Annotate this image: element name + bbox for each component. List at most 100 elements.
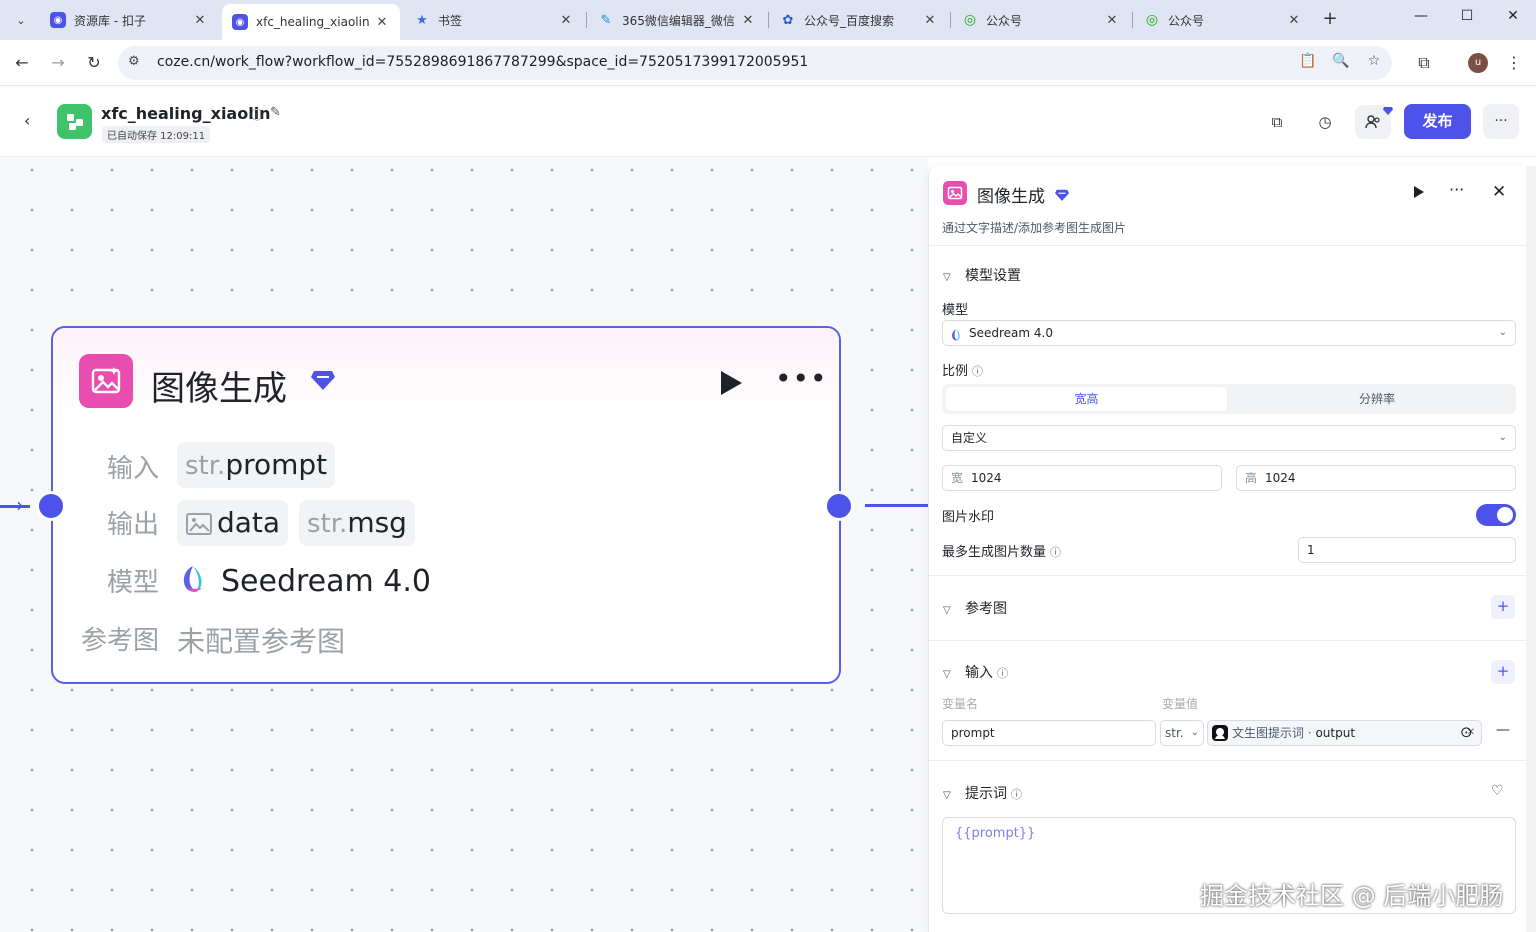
param-name: prompt (225, 448, 328, 481)
copy-icon[interactable]: ⧉ (1259, 105, 1295, 139)
address-bar-row: ← → ↻ ⚙ coze.cn/work_flow?workflow_id=75… (0, 40, 1536, 86)
close-tab-icon[interactable]: ✕ (556, 13, 576, 28)
model-settings-section[interactable]: ▽ 模型设置 (943, 265, 1021, 285)
height-input[interactable]: 高 1024 (1236, 465, 1516, 491)
tab-separator (768, 12, 769, 28)
coze-favicon-icon: ◉ (50, 12, 66, 28)
panel-more-icon[interactable]: ··· (1449, 180, 1464, 199)
bookmark-star-icon[interactable]: ☆ (1364, 53, 1384, 73)
input-var-name-field[interactable]: prompt (942, 720, 1156, 746)
variable-reference-field[interactable]: 文生图提示词 · output ✕ (1207, 720, 1482, 746)
tab-workflow[interactable]: ◉ xfc_healing_xiaolin ✕ (222, 4, 400, 40)
input-port[interactable] (36, 491, 66, 521)
info-icon[interactable]: ⓘ (1050, 546, 1061, 559)
back-arrow-icon[interactable]: ← (10, 51, 34, 75)
extensions-icon[interactable]: ⧉ (1412, 51, 1436, 75)
info-icon[interactable]: ⓘ (997, 667, 1008, 680)
info-icon[interactable]: ⓘ (1011, 788, 1022, 801)
prompt-text: {{prompt}} (955, 826, 1036, 841)
reload-icon[interactable]: ↻ (82, 51, 106, 75)
param-name: msg (347, 506, 407, 539)
collaborators-icon[interactable] (1355, 105, 1393, 139)
workflow-canvas[interactable]: › 图像生成 ••• 输入 str.prompt 输出 data str.msg… (0, 158, 928, 932)
tab-resolution[interactable]: 分辨率 (1242, 387, 1512, 411)
node-input-label: 输入 (107, 454, 160, 484)
node-model-label: 模型 (107, 568, 160, 598)
tab-gongzhonghao-2[interactable]: ◎ 公众号 ✕ (1134, 4, 1312, 36)
minimize-button[interactable]: — (1398, 8, 1444, 32)
max-images-input[interactable]: 1 (1298, 537, 1516, 563)
output-port[interactable] (824, 491, 854, 521)
max-images-value: 1 (1307, 543, 1315, 557)
node-more-icon[interactable]: ••• (775, 362, 828, 395)
zoom-icon[interactable]: 🔍 (1331, 53, 1351, 73)
tab-gongzhonghao-1[interactable]: ◎ 公众号 ✕ (952, 4, 1130, 36)
input-section[interactable]: ▽ 输入 ⓘ (943, 662, 1008, 682)
page-scrollbar[interactable] (1526, 166, 1536, 932)
max-images-label: 最多生成图片数量 ⓘ (942, 541, 1061, 560)
add-input-button[interactable]: + (1491, 660, 1515, 684)
watermark-label: 图片水印 (942, 510, 995, 525)
tab-365-editor[interactable]: ✎ 365微信编辑器_微信 ✕ (588, 4, 766, 36)
prompt-optimize-icon[interactable]: ♡ (1491, 783, 1504, 799)
edit-icon[interactable]: ✎ (270, 105, 281, 120)
tab-search-icon[interactable]: ⌄ (8, 7, 34, 33)
profile-avatar[interactable]: u (1468, 53, 1488, 73)
run-play-icon[interactable] (1413, 185, 1425, 203)
model-select[interactable]: Seedream 4.0 ⌄ (942, 320, 1516, 346)
tab-resource-library[interactable]: ◉ 资源库 - 扣子 ✕ (40, 4, 218, 36)
ratio-preset-select[interactable]: 自定义 ⌄ (942, 425, 1516, 451)
image-generation-node[interactable]: 图像生成 ••• 输入 str.prompt 输出 data str.msg 模… (51, 326, 841, 684)
app-header: ‹ xfc_healing_xiaolin ⓘ ✎ 已自动保存 12:09:11… (0, 87, 1536, 157)
section-title: 提示词 (965, 786, 1007, 802)
width-input[interactable]: 宽 1024 (942, 465, 1222, 491)
divider (929, 575, 1527, 576)
maximize-button[interactable]: ☐ (1444, 8, 1490, 32)
add-reference-button[interactable]: + (1491, 595, 1515, 619)
node-config-panel: 图像生成 ··· ✕ 通过文字描述/添加参考图生成图片 ▽ 模型设置 模型 See… (928, 166, 1527, 932)
coze-favicon-icon: ◉ (232, 14, 248, 30)
node-output-label: 输出 (107, 510, 160, 540)
site-info-icon[interactable]: ⚙ (128, 54, 140, 69)
forward-arrow-icon[interactable]: → (46, 51, 70, 75)
seedream-logo-icon (179, 564, 207, 598)
info-icon[interactable]: ⓘ (251, 106, 263, 123)
close-tab-icon[interactable]: ✕ (1284, 13, 1304, 28)
close-tab-icon[interactable]: ✕ (738, 13, 758, 28)
info-icon[interactable]: ⓘ (972, 365, 983, 378)
ref-separator: · (1304, 726, 1316, 740)
close-tab-icon[interactable]: ✕ (1102, 13, 1122, 28)
reference-image-section[interactable]: ▽ 参考图 (943, 598, 1007, 618)
url-text[interactable]: coze.cn/work_flow?workflow_id=7552898691… (157, 54, 808, 70)
variable-picker-icon[interactable]: ⊙ (1460, 723, 1473, 741)
new-tab-button[interactable]: + (1318, 9, 1342, 31)
more-options-button[interactable]: ··· (1483, 104, 1519, 139)
image-generation-icon (79, 354, 133, 408)
tab-width-height[interactable]: 宽高 (946, 387, 1227, 411)
window-close-button[interactable]: ✕ (1490, 8, 1536, 32)
remove-input-icon[interactable]: — (1496, 722, 1510, 738)
address-bar[interactable]: ⚙ coze.cn/work_flow?workflow_id=75528986… (118, 46, 1392, 80)
publish-button[interactable]: 发布 (1404, 104, 1471, 139)
ratio-label: 比例 ⓘ (942, 360, 983, 379)
history-icon[interactable]: ◷ (1307, 105, 1343, 139)
wechat-icon: ◎ (1145, 12, 1159, 28)
watermark-toggle[interactable] (1476, 504, 1516, 526)
close-tab-icon[interactable]: ✕ (190, 13, 210, 28)
chevron-down-icon: ▽ (943, 605, 951, 616)
chevron-down-icon: ▽ (943, 272, 951, 283)
tab-baidu-search[interactable]: ✿ 公众号_百度搜索 ✕ (770, 4, 948, 36)
var-type-select[interactable]: str. ⌄ (1160, 720, 1204, 746)
close-tab-icon[interactable]: ✕ (920, 13, 940, 28)
tab-bookmarks[interactable]: ★ 书签 ✕ (404, 4, 584, 36)
browser-menu-icon[interactable]: ⋮ (1502, 51, 1526, 75)
baidu-paw-icon: ✿ (782, 12, 794, 28)
tab-separator (950, 12, 951, 28)
run-play-icon[interactable] (719, 370, 743, 400)
prompt-section[interactable]: ▽ 提示词 ⓘ (943, 783, 1022, 803)
back-chevron-icon[interactable]: ‹ (24, 111, 30, 130)
panel-close-icon[interactable]: ✕ (1492, 182, 1506, 202)
workflow-name: xfc_healing_xiaolin (101, 104, 271, 123)
clipboard-icon[interactable]: 📋 (1298, 53, 1318, 73)
close-tab-icon[interactable]: ✕ (372, 15, 392, 30)
